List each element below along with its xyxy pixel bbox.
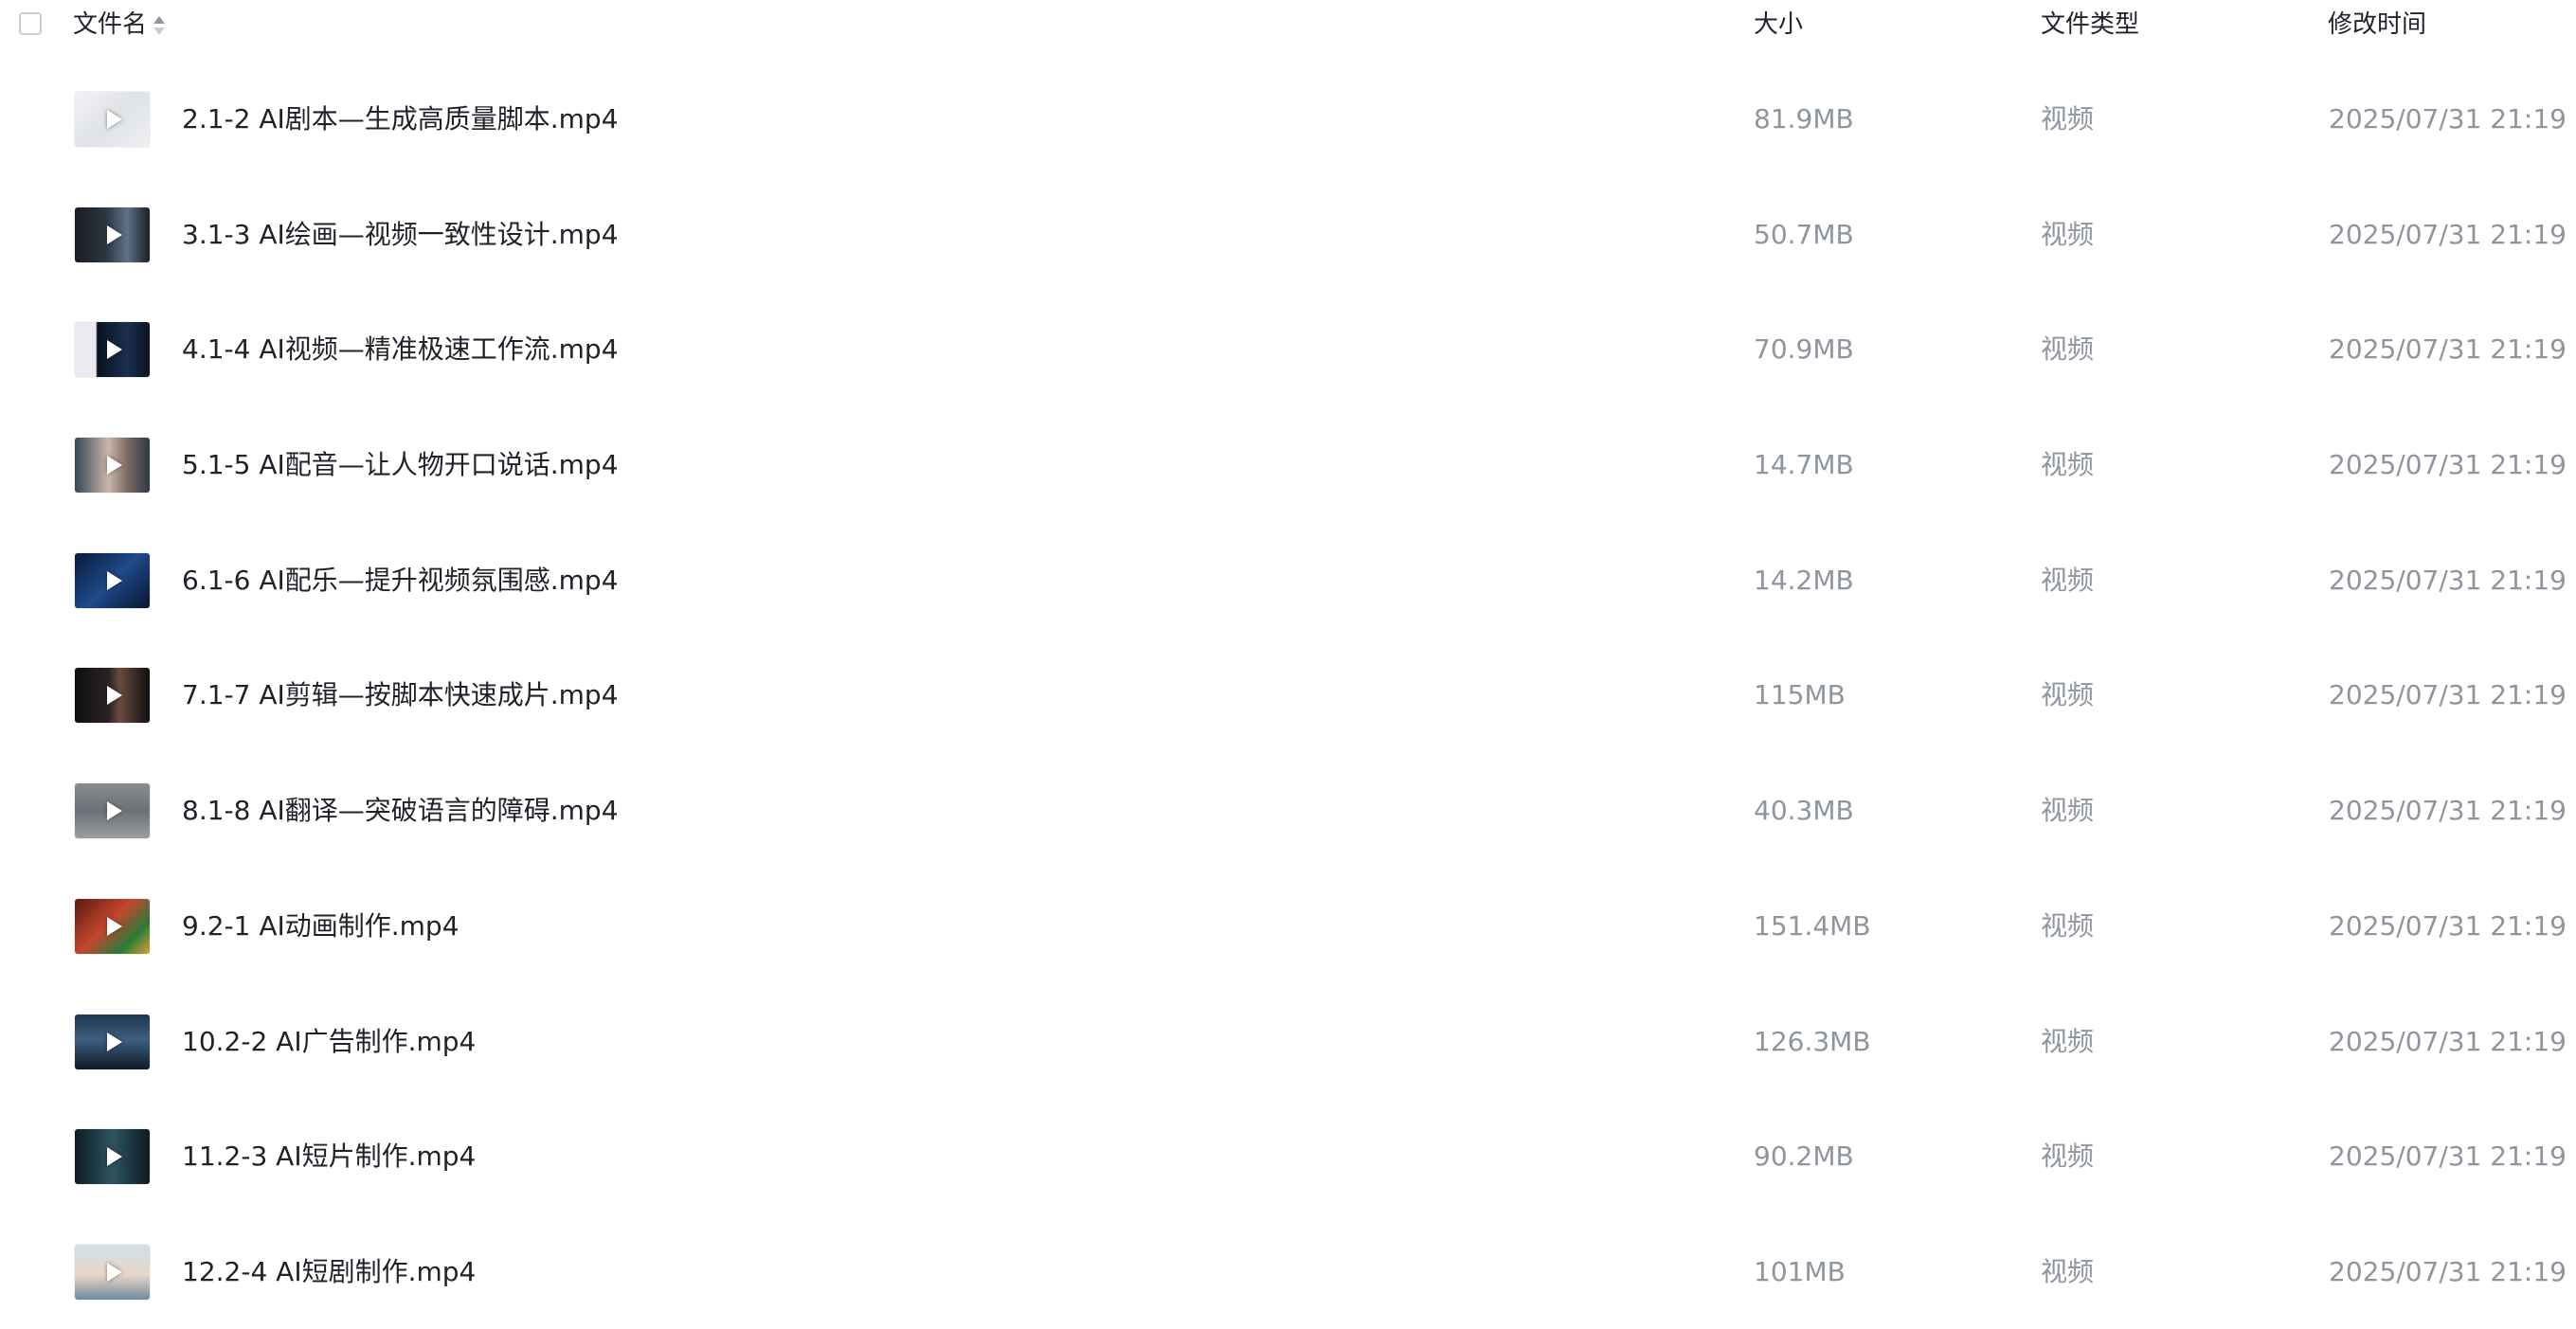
column-header-name-label: 文件名 [73,10,148,39]
file-row[interactable]: 3.1-3 AI绘画—视频一致性设计.mp4 50.7MB 视频 2025/07… [0,176,2576,292]
file-name[interactable]: 9.2-1 AI动画制作.mp4 [182,908,459,944]
file-row[interactable]: 10.2-2 AI广告制作.mp4 126.3MB 视频 2025/07/31 … [0,983,2576,1099]
file-row[interactable]: 12.2-4 AI短剧制作.mp4 101MB 视频 2025/07/31 21… [0,1213,2576,1329]
column-header-type[interactable]: 文件类型 [2041,9,2139,41]
video-thumbnail[interactable] [75,898,150,954]
file-name[interactable]: 3.1-3 AI绘画—视频一致性设计.mp4 [182,217,619,253]
file-modified-time: 2025/07/31 21:19 [2329,909,2567,942]
file-size: 50.7MB [1754,218,1854,250]
file-modified-time: 2025/07/31 21:19 [2329,795,2567,827]
file-size: 90.2MB [1754,1140,1854,1173]
column-header-modified[interactable]: 修改时间 [2328,9,2426,41]
sort-icon[interactable] [153,13,166,38]
select-all-checkbox[interactable] [19,12,42,35]
video-thumbnail[interactable] [75,668,150,724]
file-modified-time: 2025/07/31 21:19 [2329,564,2567,596]
file-type: 视频 [2041,1140,2095,1173]
file-size: 101MB [1754,1255,1846,1287]
video-thumbnail[interactable] [75,1014,150,1069]
file-type: 视频 [2041,1255,2095,1287]
video-thumbnail[interactable] [75,1129,150,1185]
file-modified-time: 2025/07/31 21:19 [2329,679,2567,711]
file-name[interactable]: 12.2-4 AI短剧制作.mp4 [182,1254,476,1290]
file-type: 视频 [2041,795,2095,827]
file-name[interactable]: 7.1-7 AI剪辑—按脚本快速成片.mp4 [182,677,619,713]
file-size: 70.9MB [1754,333,1854,366]
file-type: 视频 [2041,103,2095,135]
file-size: 40.3MB [1754,795,1854,827]
file-name[interactable]: 2.1-2 AI剧本—生成高质量脚本.mp4 [182,101,619,137]
file-size: 126.3MB [1754,1025,1871,1057]
video-thumbnail[interactable] [75,783,150,839]
play-icon [106,570,122,590]
file-modified-time: 2025/07/31 21:19 [2329,1255,2567,1287]
file-type: 视频 [2041,1025,2095,1057]
file-row[interactable]: 2.1-2 AI剧本—生成高质量脚本.mp4 81.9MB 视频 2025/07… [0,61,2576,176]
play-icon [106,110,122,129]
file-size: 115MB [1754,679,1846,711]
video-thumbnail[interactable] [75,438,150,494]
video-thumbnail[interactable] [75,1244,150,1300]
file-modified-time: 2025/07/31 21:19 [2329,1140,2567,1173]
play-icon [106,916,122,936]
file-size: 81.9MB [1754,103,1854,135]
file-row[interactable]: 6.1-6 AI配乐—提升视频氛围感.mp4 14.2MB 视频 2025/07… [0,522,2576,638]
play-icon [106,224,122,244]
file-row[interactable]: 8.1-8 AI翻译—突破语言的障碍.mp4 40.3MB 视频 2025/07… [0,752,2576,868]
play-icon [106,456,122,476]
file-modified-time: 2025/07/31 21:19 [2329,333,2567,366]
file-row[interactable]: 5.1-5 AI配音—让人物开口说话.mp4 14.7MB 视频 2025/07… [0,406,2576,522]
file-type: 视频 [2041,449,2095,481]
file-name[interactable]: 4.1-4 AI视频—精准极速工作流.mp4 [182,332,619,368]
file-type: 视频 [2041,679,2095,711]
play-icon [106,1262,122,1282]
file-list-header: 文件名 大小 文件类型 修改时间 [0,0,2576,49]
file-list: 文件名 大小 文件类型 修改时间 2.1-2 AI剧本—生成高质量脚本.mp4 … [0,0,2576,1300]
file-name[interactable]: 10.2-2 AI广告制作.mp4 [182,1024,476,1060]
file-name[interactable]: 8.1-8 AI翻译—突破语言的障碍.mp4 [182,793,619,829]
video-thumbnail[interactable] [75,92,150,147]
file-row[interactable]: 9.2-1 AI动画制作.mp4 151.4MB 视频 2025/07/31 2… [0,868,2576,983]
file-name[interactable]: 5.1-5 AI配音—让人物开口说话.mp4 [182,447,619,483]
file-size: 14.2MB [1754,564,1854,596]
file-modified-time: 2025/07/31 21:19 [2329,103,2567,135]
file-modified-time: 2025/07/31 21:19 [2329,449,2567,481]
play-icon [106,1032,122,1051]
file-size: 14.7MB [1754,449,1854,481]
file-type: 视频 [2041,909,2095,942]
video-thumbnail[interactable] [75,207,150,262]
play-icon [106,801,122,821]
file-rows: 2.1-2 AI剧本—生成高质量脚本.mp4 81.9MB 视频 2025/07… [0,61,2576,1329]
file-modified-time: 2025/07/31 21:19 [2329,218,2567,250]
file-row[interactable]: 7.1-7 AI剪辑—按脚本快速成片.mp4 115MB 视频 2025/07/… [0,637,2576,752]
play-icon [106,686,122,706]
play-icon [106,1147,122,1167]
file-modified-time: 2025/07/31 21:19 [2329,1025,2567,1057]
video-thumbnail[interactable] [75,552,150,608]
file-size: 151.4MB [1754,909,1871,942]
file-name[interactable]: 6.1-6 AI配乐—提升视频氛围感.mp4 [182,563,619,599]
file-row[interactable]: 11.2-3 AI短片制作.mp4 90.2MB 视频 2025/07/31 2… [0,1098,2576,1213]
file-row[interactable]: 4.1-4 AI视频—精准极速工作流.mp4 70.9MB 视频 2025/07… [0,291,2576,406]
column-header-size[interactable]: 大小 [1754,9,1803,41]
file-type: 视频 [2041,564,2095,596]
play-icon [106,340,122,360]
file-name[interactable]: 11.2-3 AI短片制作.mp4 [182,1139,476,1175]
column-header-name[interactable]: 文件名 [73,9,166,41]
file-type: 视频 [2041,218,2095,250]
file-type: 视频 [2041,333,2095,366]
video-thumbnail[interactable] [75,322,150,378]
